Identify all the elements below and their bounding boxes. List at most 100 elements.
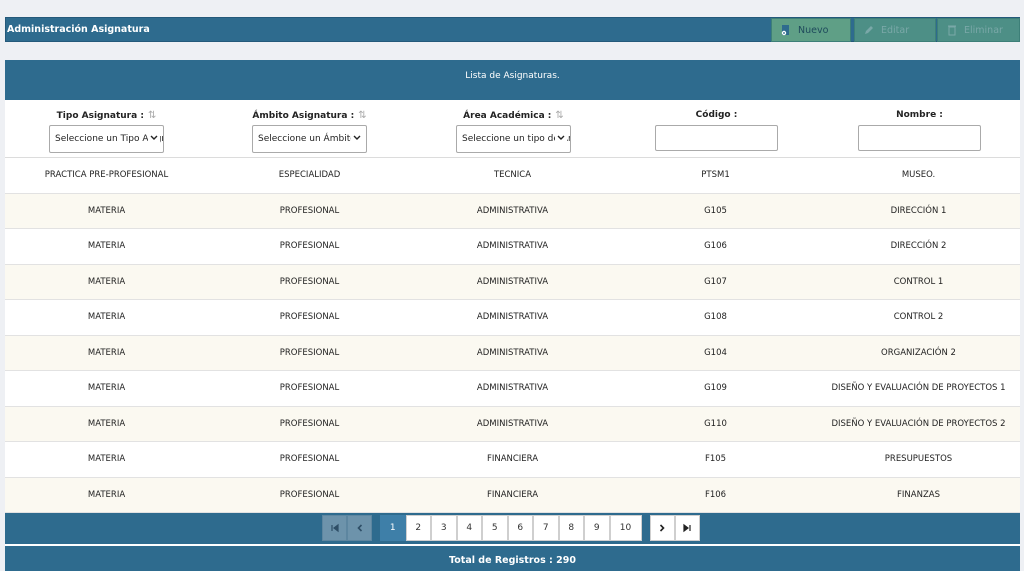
new-button[interactable]: Nuevo bbox=[771, 18, 851, 42]
cell-area: ADMINISTRATIVA bbox=[476, 241, 549, 252]
new-document-icon bbox=[781, 25, 789, 36]
page-button-2[interactable]: 2 bbox=[405, 515, 431, 541]
table-row[interactable]: MATERIA PROFESIONAL ADMINISTRATIVA G108 CONT… bbox=[5, 300, 1020, 336]
filter-codigo-label: Código : bbox=[695, 110, 738, 120]
cell-tipo: MATERIA bbox=[87, 205, 126, 216]
cell-codigo: PTSM1 bbox=[701, 170, 730, 181]
subjects-table: PRACTICA PRE-PROFESIONAL ESPECIALIDAD TECN… bbox=[5, 158, 1020, 513]
cell-ambito: PROFESIONAL bbox=[279, 454, 340, 465]
codigo-input[interactable] bbox=[655, 125, 778, 151]
nombre-input[interactable] bbox=[858, 125, 981, 151]
sort-icon[interactable]: ⇅ bbox=[148, 110, 156, 121]
filter-area-label: Área Académica : ⇅ bbox=[463, 110, 564, 121]
filter-nombre: Nombre : bbox=[858, 100, 981, 158]
cell-codigo: G109 bbox=[704, 383, 727, 394]
prev-page-button[interactable] bbox=[347, 515, 372, 541]
filter-codigo: Código : bbox=[655, 100, 778, 158]
cell-nombre: MUSEO. bbox=[901, 170, 936, 181]
table-row[interactable]: PRACTICA PRE-PROFESIONAL ESPECIALIDAD TECN… bbox=[5, 158, 1020, 194]
cell-nombre: CONTROL 1 bbox=[893, 276, 944, 287]
pencil-icon bbox=[865, 26, 873, 34]
page-button-5[interactable]: 5 bbox=[482, 515, 508, 541]
area-select[interactable]: Seleccione un tipo de Área bbox=[456, 125, 571, 153]
filter-tipo: Tipo Asignatura : ⇅ Seleccione un Tipo As… bbox=[49, 100, 164, 158]
cell-ambito: PROFESIONAL bbox=[279, 418, 340, 429]
cell-area: ADMINISTRATIVA bbox=[476, 205, 549, 216]
page-numbers: 1 2 3 4 5 6 7 8 9 10 bbox=[380, 515, 642, 541]
delete-button[interactable]: Eliminar bbox=[937, 18, 1020, 42]
cell-codigo: G106 bbox=[704, 241, 727, 252]
filter-area: Área Académica : ⇅ Seleccione un tipo de … bbox=[456, 100, 571, 158]
table-row[interactable]: MATERIA PROFESIONAL ADMINISTRATIVA G104 ORGA… bbox=[5, 335, 1020, 371]
cell-ambito: PROFESIONAL bbox=[279, 276, 340, 287]
cell-tipo: MATERIA bbox=[87, 489, 126, 500]
page-button-9[interactable]: 9 bbox=[584, 515, 610, 541]
panel-title: Lista de Asignaturas. bbox=[5, 60, 1020, 100]
sort-icon[interactable]: ⇅ bbox=[358, 110, 366, 121]
pager-gap bbox=[372, 515, 380, 541]
cell-area: FINANCIERA bbox=[486, 489, 539, 500]
cell-tipo: PRACTICA PRE-PROFESIONAL bbox=[44, 170, 169, 181]
cell-nombre: PRESUPUESTOS bbox=[884, 454, 953, 465]
cell-nombre: DISEÑO Y EVALUACIÓN DE PROYECTOS 2 bbox=[831, 418, 1006, 429]
pagination: 1 2 3 4 5 6 7 8 9 10 bbox=[322, 515, 700, 541]
table-row[interactable]: MATERIA PROFESIONAL ADMINISTRATIVA G105 DIRE… bbox=[5, 193, 1020, 229]
filter-ambito: Ámbito Asignatura : ⇅ Seleccione un Ámbit… bbox=[252, 100, 367, 158]
new-button-label: Nuevo bbox=[798, 24, 829, 36]
page-button-6[interactable]: 6 bbox=[507, 515, 533, 541]
cell-ambito: PROFESIONAL bbox=[279, 489, 340, 500]
page-button-10[interactable]: 10 bbox=[609, 515, 642, 541]
cell-tipo: MATERIA bbox=[87, 241, 126, 252]
cell-nombre: FINANZAS bbox=[897, 489, 940, 500]
chevron-down-icon bbox=[148, 132, 160, 144]
page-button-3[interactable]: 3 bbox=[431, 515, 457, 541]
cell-area: ADMINISTRATIVA bbox=[476, 312, 549, 323]
total-records: Total de Registros : 290 bbox=[5, 546, 1020, 571]
title-bar: Administración Asignatura Nuevo Editar E… bbox=[5, 17, 1020, 42]
edit-button-label: Editar bbox=[881, 24, 910, 36]
table-row[interactable]: MATERIA PROFESIONAL ADMINISTRATIVA G109 DISE… bbox=[5, 371, 1020, 407]
cell-area: ADMINISTRATIVA bbox=[476, 383, 549, 394]
cell-area: FINANCIERA bbox=[486, 454, 539, 465]
ambito-select[interactable]: Seleccione un Ámbito bbox=[252, 125, 367, 153]
cell-tipo: MATERIA bbox=[87, 383, 126, 394]
cell-tipo: MATERIA bbox=[87, 418, 126, 429]
last-page-icon bbox=[683, 523, 691, 533]
first-page-button[interactable] bbox=[322, 515, 347, 541]
cell-nombre: DIRECCIÓN 2 bbox=[890, 241, 947, 252]
cell-nombre: DISEÑO Y EVALUACIÓN DE PROYECTOS 1 bbox=[831, 383, 1006, 394]
table-row[interactable]: MATERIA PROFESIONAL ADMINISTRATIVA G106 DIRE… bbox=[5, 229, 1020, 265]
cell-ambito: PROFESIONAL bbox=[279, 383, 340, 394]
subjects-panel: Lista de Asignaturas. Tipo Asignatura : ⇅… bbox=[5, 60, 1020, 571]
page-button-4[interactable]: 4 bbox=[456, 515, 482, 541]
chevron-down-icon bbox=[351, 132, 363, 144]
cell-nombre: CONTROL 2 bbox=[893, 312, 944, 323]
tipo-select[interactable]: Seleccione un Tipo Asignatura bbox=[49, 125, 164, 153]
chevron-left-icon bbox=[356, 524, 362, 532]
filter-ambito-label: Ámbito Asignatura : ⇅ bbox=[252, 110, 367, 121]
cell-codigo: F105 bbox=[704, 454, 727, 465]
trash-icon bbox=[948, 25, 956, 36]
cell-codigo: G104 bbox=[704, 347, 727, 358]
cell-codigo: G107 bbox=[704, 276, 727, 287]
page-button-7[interactable]: 7 bbox=[533, 515, 559, 541]
last-page-button[interactable] bbox=[674, 515, 700, 541]
next-page-button[interactable] bbox=[649, 515, 675, 541]
table-row[interactable]: MATERIA PROFESIONAL ADMINISTRATIVA G107 CONT… bbox=[5, 264, 1020, 300]
edit-button[interactable]: Editar bbox=[854, 18, 936, 42]
page-title: Administración Asignatura bbox=[7, 24, 150, 35]
filters-row: Tipo Asignatura : ⇅ Seleccione un Tipo As… bbox=[5, 100, 1020, 158]
chevron-right-icon bbox=[659, 524, 665, 532]
table-row[interactable]: MATERIA PROFESIONAL FINANCIERA F105 PRESUPUE… bbox=[5, 442, 1020, 478]
page-button-8[interactable]: 8 bbox=[558, 515, 584, 541]
cell-tipo: MATERIA bbox=[87, 276, 126, 287]
cell-area: ADMINISTRATIVA bbox=[476, 347, 549, 358]
cell-area: TECNICA bbox=[493, 170, 532, 181]
sort-icon[interactable]: ⇅ bbox=[555, 110, 563, 121]
cell-ambito: ESPECIALIDAD bbox=[278, 170, 341, 181]
cell-area: ADMINISTRATIVA bbox=[476, 276, 549, 287]
table-row[interactable]: MATERIA PROFESIONAL ADMINISTRATIVA G110 DISE… bbox=[5, 406, 1020, 442]
table-row[interactable]: MATERIA PROFESIONAL FINANCIERA F106 FINANZAS bbox=[5, 477, 1020, 513]
page-button-1[interactable]: 1 bbox=[380, 515, 406, 541]
cell-nombre: ORGANIZACIÓN 2 bbox=[881, 347, 956, 358]
